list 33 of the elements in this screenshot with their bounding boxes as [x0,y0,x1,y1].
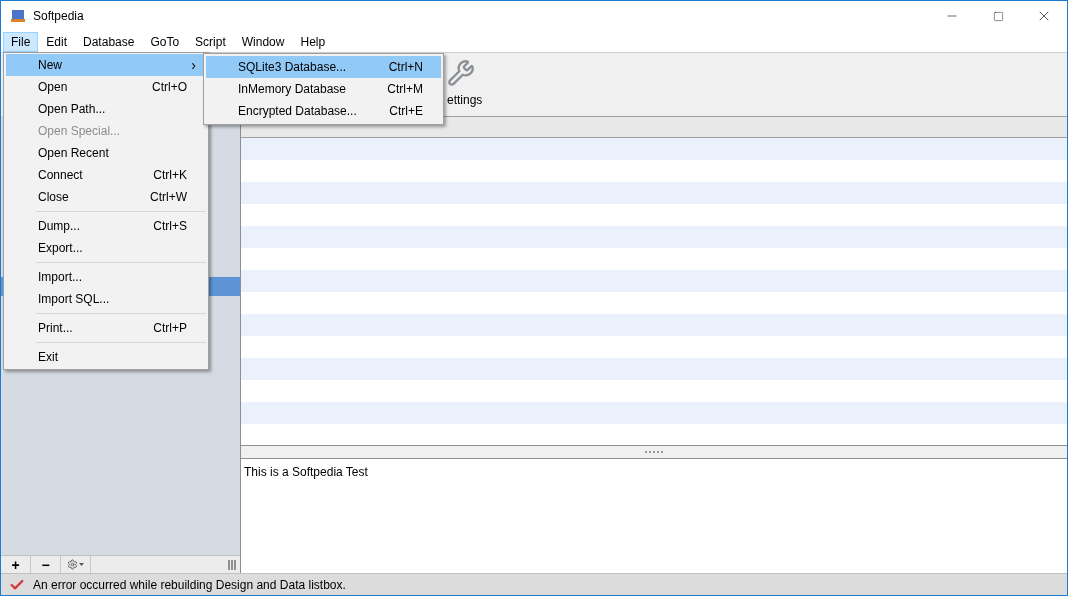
text-editor[interactable]: This is a Softpedia Test [241,459,1067,573]
menu-entry[interactable]: Exit [6,346,206,368]
menu-entry[interactable]: Connect Ctrl+K [6,164,206,186]
menu-entry[interactable]: Export... [6,237,206,259]
resize-grip-icon[interactable] [228,560,236,570]
gear-icon [67,559,78,570]
toolbar-button[interactable]: ettings [447,53,483,115]
menu-entry[interactable]: Open Path... [6,98,206,120]
status-message: An error occurred while rebuilding Design and Data listbox. [33,576,346,594]
menu-item[interactable]: Edit [38,31,76,52]
menu-entry[interactable]: SQLite3 Database... Ctrl+N [206,56,441,78]
menu-entry[interactable]: InMemory Database Ctrl+M [206,78,441,100]
menu-entry[interactable]: Print... Ctrl+P [6,317,206,339]
menu-entry[interactable]: New › [6,54,206,76]
menu-item[interactable]: GoTo [142,31,188,52]
splitter[interactable] [241,445,1067,459]
maximize-icon [992,10,1004,22]
menu-item[interactable]: File [3,31,39,52]
menu-item[interactable]: Window [233,31,293,52]
menu-entry[interactable]: Dump... Ctrl+S [6,215,206,237]
menu-entry[interactable]: Import... [6,266,206,288]
menu-entry[interactable]: Close Ctrl+W [6,186,206,208]
caret-icon [79,562,84,567]
menu-item[interactable]: Help [292,31,334,52]
menu-item[interactable]: Script [187,31,234,52]
menu-entry[interactable]: Open Recent [6,142,206,164]
app-icon [11,9,25,23]
menu-entry[interactable]: Import SQL... [6,288,206,310]
menu-entry[interactable]: Open Ctrl+O [6,76,206,98]
menu-entry[interactable]: Encrypted Database... Ctrl+E [206,100,441,122]
wrench-icon [447,59,475,87]
window-title: Softpedia [33,8,84,25]
menu-item[interactable]: Database [75,31,143,52]
